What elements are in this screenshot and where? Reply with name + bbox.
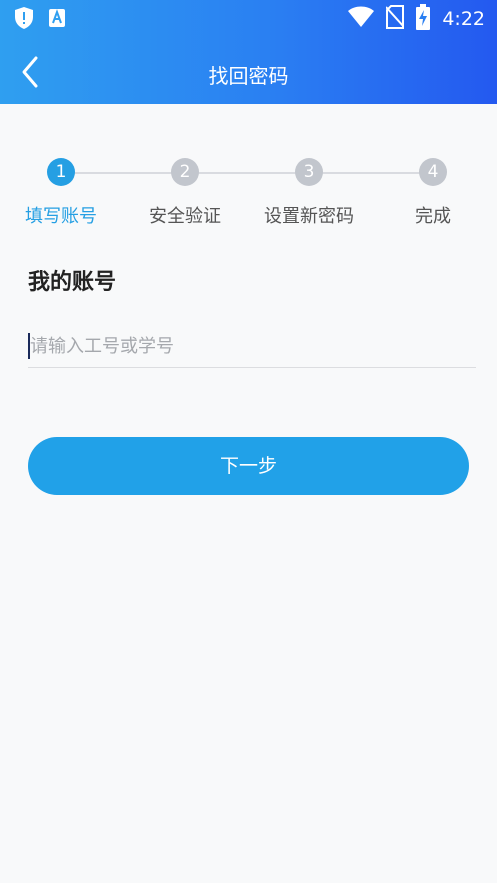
nav-bar: 找回密码	[0, 40, 497, 104]
account-input-field	[28, 326, 476, 368]
text-cursor	[28, 333, 30, 359]
shield-alert-icon	[14, 6, 34, 34]
battery-charging-icon	[416, 4, 431, 34]
step-number: 2	[171, 158, 199, 186]
step-1: 1 填写账号	[1, 158, 121, 228]
step-number: 1	[47, 158, 75, 186]
app-header: 4:22 找回密码	[0, 0, 497, 104]
step-label: 填写账号	[25, 206, 97, 227]
step-number: 4	[419, 158, 447, 186]
step-number: 3	[295, 158, 323, 186]
step-2: 2 安全验证	[125, 158, 245, 228]
text-a-icon	[48, 8, 66, 32]
status-bar: 4:22	[0, 0, 497, 34]
step-4: 4 完成	[373, 158, 493, 228]
status-time: 4:22	[442, 8, 485, 30]
account-section-title: 我的账号	[28, 270, 117, 295]
step-3: 3 设置新密码	[249, 158, 369, 228]
step-label: 安全验证	[149, 206, 221, 227]
account-input[interactable]	[28, 326, 476, 366]
step-indicator: 1 填写账号 2 安全验证 3 设置新密码 4 完成	[0, 158, 497, 238]
no-sim-icon	[385, 5, 406, 33]
step-label: 完成	[415, 206, 451, 227]
wifi-icon	[348, 6, 375, 32]
step-label: 设置新密码	[264, 206, 354, 227]
page-title: 找回密码	[208, 64, 289, 88]
next-button[interactable]: 下一步	[28, 437, 469, 495]
